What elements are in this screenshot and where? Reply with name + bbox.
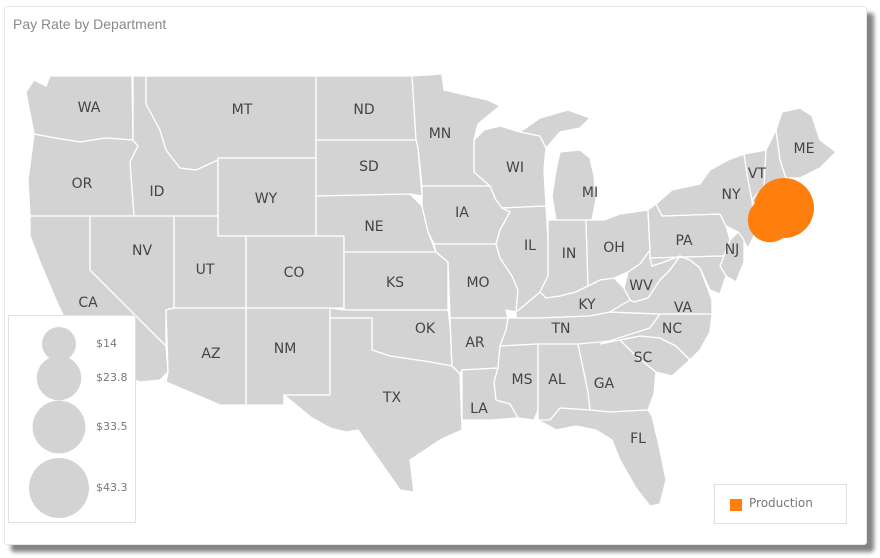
state-label-la: LA	[470, 401, 488, 417]
state-label-ar: AR	[465, 335, 485, 351]
state-label-nc: NC	[662, 321, 682, 337]
state-label-wa: WA	[78, 100, 101, 116]
state-label-ca: CA	[78, 295, 98, 311]
state-label-me: ME	[794, 141, 815, 157]
state-label-ut: UT	[196, 262, 215, 278]
state-label-ms: MS	[512, 372, 533, 388]
state-label-nj: NJ	[725, 242, 740, 258]
state-label-ks: KS	[386, 275, 404, 291]
production-swatch	[730, 499, 742, 511]
state-label-wi: WI	[506, 160, 524, 176]
state-label-sd: SD	[359, 159, 379, 175]
state-label-oh: OH	[603, 240, 625, 256]
state-label-mo: MO	[466, 275, 489, 291]
size-legend-label: $23.8	[96, 371, 128, 384]
state-label-tx: TX	[382, 390, 402, 406]
state-label-nm: NM	[274, 341, 297, 357]
state-or[interactable]	[27, 133, 139, 217]
size-legend-label: $33.5	[96, 420, 128, 433]
state-label-va: VA	[674, 300, 693, 316]
size-legend-label: $14	[96, 337, 117, 350]
legend-label-production[interactable]: Production	[749, 496, 813, 510]
state-label-nv: NV	[132, 243, 152, 259]
state-label-az: AZ	[201, 346, 220, 362]
state-label-il: IL	[524, 238, 536, 254]
state-label-ok: OK	[415, 321, 436, 337]
state-label-ny: NY	[721, 187, 740, 203]
bubble-production-2[interactable]	[747, 197, 793, 243]
state-label-al: AL	[548, 372, 566, 388]
color-legend: Production	[714, 484, 847, 524]
size-legend-circle	[32, 400, 86, 454]
state-label-pa: PA	[675, 233, 693, 249]
state-fl[interactable]	[537, 407, 667, 507]
state-label-mn: MN	[429, 126, 452, 142]
state-label-sc: SC	[634, 350, 653, 366]
state-label-nd: ND	[353, 102, 374, 118]
state-label-ky: KY	[578, 297, 596, 313]
size-legend-circle	[29, 458, 89, 518]
state-label-in: IN	[562, 246, 577, 262]
state-label-tn: TN	[550, 321, 570, 337]
size-legend: $14 $23.8 $33.5 $43.3	[8, 315, 136, 523]
state-label-mt: MT	[232, 102, 253, 118]
state-label-fl: FL	[630, 431, 646, 447]
state-label-ga: GA	[594, 376, 615, 392]
state-label-id: ID	[150, 184, 165, 200]
state-label-ia: IA	[455, 205, 469, 221]
state-label-wy: WY	[255, 191, 278, 207]
state-label-ne: NE	[364, 219, 383, 235]
state-mt[interactable]	[145, 75, 317, 171]
state-label-co: CO	[284, 265, 305, 281]
state-label-wv: WV	[629, 278, 653, 294]
state-label-vt: VT	[748, 166, 767, 182]
size-legend-label: $43.3	[96, 481, 128, 494]
size-legend-circle	[36, 355, 82, 401]
state-label-mi: MI	[582, 185, 598, 201]
state-label-or: OR	[72, 176, 93, 192]
